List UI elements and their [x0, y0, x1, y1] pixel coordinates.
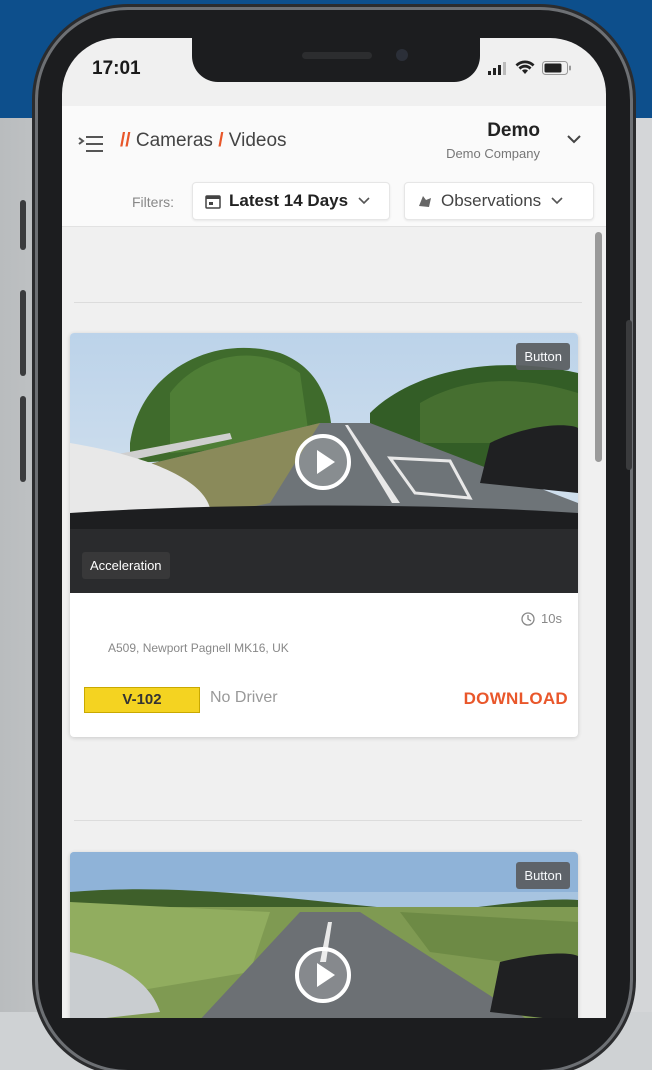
breadcrumb-root-separator: // [120, 130, 131, 151]
cellular-signal-icon [488, 61, 506, 75]
play-icon[interactable] [294, 433, 352, 491]
battery-icon [542, 60, 571, 75]
date-range-value: Latest 14 Days [229, 191, 349, 210]
video-list[interactable]: Button Acceleration 10s A509, Newport Pa… [62, 226, 606, 1018]
app-header: // Cameras / Videos Demo Demo Company Fi… [62, 106, 606, 227]
user-company[interactable]: Demo Company [446, 146, 540, 161]
wifi-icon [515, 60, 535, 74]
video-duration: 10s [521, 611, 562, 626]
observation-type-value: Observations [441, 191, 542, 210]
breadcrumb-current-page: Videos [228, 130, 287, 151]
event-type-badge: Acceleration [82, 552, 170, 579]
video-thumbnail[interactable]: Button Acceleration [70, 333, 578, 593]
play-icon[interactable] [294, 946, 352, 1004]
account-chevron-down-icon[interactable] [566, 134, 582, 144]
chevron-down-icon [358, 197, 370, 205]
observation-type-filter[interactable]: Observations [404, 182, 594, 220]
app-screen: 17:01 // Cameras / Videos Demo Demo Comp… [62, 38, 606, 1018]
section-divider [74, 302, 582, 303]
phone-notch [192, 38, 480, 82]
phone-volume-down [20, 396, 26, 482]
duration-value: 10s [541, 611, 562, 626]
video-location: A509, Newport Pagnell MK16, UK [108, 641, 289, 655]
scrollbar-thumb[interactable] [595, 232, 602, 462]
front-camera [396, 49, 408, 61]
earpiece-speaker [302, 52, 372, 59]
phone-mute-switch [20, 200, 26, 250]
phone-volume-up [20, 290, 26, 376]
clock-icon [521, 611, 535, 626]
calendar-icon [205, 194, 221, 209]
vehicle-tag[interactable]: V-102 [84, 687, 200, 713]
trigger-badge: Button [516, 343, 570, 370]
breadcrumb: // Cameras / Videos [120, 130, 287, 152]
breadcrumb-cameras-link[interactable]: Cameras [136, 130, 213, 151]
phone-power-button [626, 320, 632, 470]
camera-icon [419, 195, 431, 207]
status-time: 17:01 [92, 58, 141, 79]
video-thumbnail[interactable]: Button [70, 852, 578, 1018]
chevron-down-icon [551, 197, 563, 205]
trigger-badge: Button [516, 862, 570, 889]
menu-toggle-icon[interactable] [78, 134, 104, 154]
filters-label: Filters: [132, 194, 174, 210]
download-button[interactable]: DOWNLOAD [464, 689, 568, 709]
video-card: Button Acceleration 10s A509, Newport Pa… [70, 333, 578, 737]
video-card: Button [70, 852, 578, 1018]
driver-name: No Driver [210, 689, 278, 706]
user-name[interactable]: Demo [487, 120, 540, 142]
video-card-footer: V-102 No Driver DOWNLOAD [70, 673, 578, 737]
breadcrumb-divider: / [218, 130, 224, 151]
date-range-filter[interactable]: Latest 14 Days [192, 182, 390, 220]
system-icons [488, 60, 572, 75]
section-divider [74, 820, 582, 821]
